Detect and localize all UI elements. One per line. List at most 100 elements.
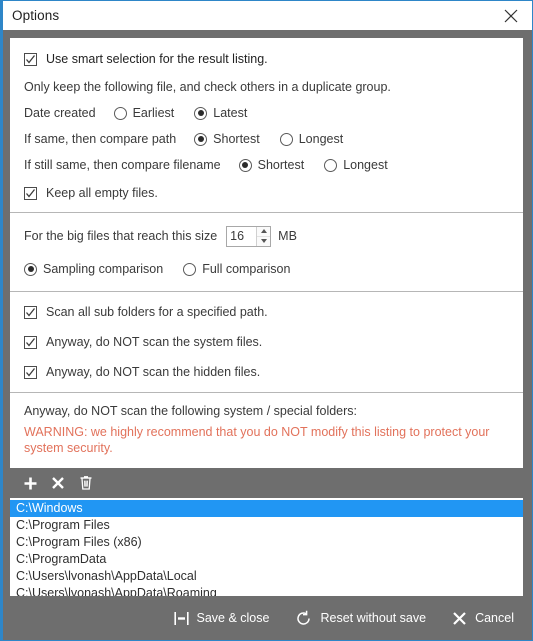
remove-icon xyxy=(52,477,64,489)
check-icon xyxy=(26,54,36,64)
compare-filename-label: If still same, then compare filename xyxy=(24,158,221,172)
skip-system-files-checkbox[interactable] xyxy=(24,335,37,349)
compare-path-label: If same, then compare path xyxy=(24,132,177,146)
excluded-list-toolbar xyxy=(10,468,523,498)
skip-system-files-label: Anyway, do NOT scan the system files. xyxy=(46,335,263,349)
radio-full-comparison[interactable] xyxy=(183,262,197,276)
save-icon xyxy=(173,611,189,625)
stepper-down-button[interactable] xyxy=(257,237,270,246)
add-path-button[interactable] xyxy=(20,472,40,494)
smart-selection-description-row: Only keep the following file, and check … xyxy=(10,74,523,100)
radio-path-shortest-label[interactable]: Shortest xyxy=(213,132,260,146)
radio-sampling-comparison[interactable] xyxy=(24,262,37,276)
list-item[interactable]: C:\Users\lvonash\AppData\Local xyxy=(10,568,523,585)
close-window-button[interactable] xyxy=(490,1,532,30)
chevron-up-icon xyxy=(260,229,267,233)
scan-subfolders-row[interactable]: Scan all sub folders for a specified pat… xyxy=(10,292,523,327)
keep-empty-files-row[interactable]: Keep all empty files. xyxy=(10,178,523,212)
options-body: Use smart selection for the result listi… xyxy=(3,30,532,596)
scan-subfolders-label: Scan all sub folders for a specified pat… xyxy=(46,305,268,319)
smart-selection-label: Use smart selection for the result listi… xyxy=(46,52,268,66)
dialog-footer: Save & close Reset without save Cancel xyxy=(3,596,532,640)
reset-label: Reset without save xyxy=(320,611,427,625)
keep-empty-files-checkbox[interactable] xyxy=(24,186,37,200)
window-title: Options xyxy=(12,8,60,23)
save-and-close-button[interactable]: Save & close xyxy=(173,611,270,626)
radio-path-longest-label[interactable]: Longest xyxy=(299,132,343,146)
radio-earliest[interactable] xyxy=(113,106,127,120)
trash-icon xyxy=(80,476,92,490)
section-big-files: For the big files that reach this size M… xyxy=(10,212,523,291)
list-item[interactable]: C:\Users\lvonash\AppData\Roaming xyxy=(10,585,523,596)
section-smart-selection: Use smart selection for the result listi… xyxy=(10,38,523,212)
options-window: Options Use smart selection for the resu… xyxy=(0,0,533,641)
list-item[interactable]: C:\Program Files (x86) xyxy=(10,534,523,551)
radio-filename-shortest[interactable] xyxy=(238,158,252,172)
excluded-folders-note: Anyway, do NOT scan the following system… xyxy=(24,404,358,418)
list-item[interactable]: C:\ProgramData xyxy=(10,551,523,568)
stepper-up-button[interactable] xyxy=(257,227,271,237)
excluded-folders-warning: WARNING: we highly recommend that you do… xyxy=(24,425,490,455)
settings-panel: Use smart selection for the result listi… xyxy=(10,38,523,468)
comparison-mode-row: Sampling comparison Full comparison xyxy=(10,253,523,291)
date-created-label: Date created xyxy=(24,106,96,120)
list-item[interactable]: C:\Program Files xyxy=(10,517,523,534)
compare-path-option-longest[interactable]: Longest xyxy=(279,132,363,146)
skip-hidden-files-label: Anyway, do NOT scan the hidden files. xyxy=(46,365,261,379)
compare-path-option-shortest[interactable]: Shortest xyxy=(194,132,280,146)
skip-hidden-files-checkbox[interactable] xyxy=(24,365,37,379)
check-icon xyxy=(26,337,36,347)
radio-path-longest[interactable] xyxy=(279,132,293,146)
radio-filename-shortest-label[interactable]: Shortest xyxy=(258,158,305,172)
radio-latest-label[interactable]: Latest xyxy=(213,106,247,120)
comparison-option-full[interactable]: Full comparison xyxy=(183,262,310,276)
radio-latest[interactable] xyxy=(194,106,208,120)
reset-button[interactable]: Reset without save xyxy=(295,610,426,627)
scan-subfolders-checkbox[interactable] xyxy=(24,305,37,319)
radio-filename-longest-label[interactable]: Longest xyxy=(343,158,387,172)
compare-filename-option-longest[interactable]: Longest xyxy=(324,158,407,172)
section-excluded-folders-note: Anyway, do NOT scan the following system… xyxy=(10,392,523,468)
big-file-size-stepper[interactable] xyxy=(226,225,272,247)
date-created-option-latest[interactable]: Latest xyxy=(194,106,267,120)
date-created-row: Date created Earliest Latest xyxy=(10,100,523,126)
smart-selection-checkbox[interactable] xyxy=(24,52,37,66)
cancel-button[interactable]: Cancel xyxy=(452,611,514,626)
big-file-size-unit: MB xyxy=(278,229,297,243)
remove-path-button[interactable] xyxy=(48,472,68,494)
title-bar: Options xyxy=(3,0,532,30)
stepper-buttons[interactable] xyxy=(256,226,271,246)
radio-filename-longest[interactable] xyxy=(324,158,338,172)
excluded-paths-list[interactable]: C:\Windows C:\Program Files C:\Program F… xyxy=(10,498,523,596)
radio-path-shortest[interactable] xyxy=(194,132,208,146)
radio-earliest-label[interactable]: Earliest xyxy=(133,106,175,120)
big-file-size-input[interactable] xyxy=(227,226,257,246)
skip-hidden-files-row[interactable]: Anyway, do NOT scan the hidden files. xyxy=(10,357,523,392)
radio-full-comparison-label[interactable]: Full comparison xyxy=(202,262,290,276)
comparison-option-sampling[interactable]: Sampling comparison xyxy=(24,262,183,276)
date-created-option-earliest[interactable]: Earliest xyxy=(113,106,195,120)
check-icon xyxy=(26,307,36,317)
radio-sampling-comparison-label[interactable]: Sampling comparison xyxy=(43,262,163,276)
close-icon xyxy=(504,9,518,22)
compare-filename-row: If still same, then compare filename Sho… xyxy=(10,152,523,178)
cancel-label: Cancel xyxy=(475,611,514,625)
smart-selection-description: Only keep the following file, and check … xyxy=(24,80,391,94)
save-and-close-label: Save & close xyxy=(196,611,270,625)
keep-empty-files-label: Keep all empty files. xyxy=(46,186,158,200)
compare-filename-option-shortest[interactable]: Shortest xyxy=(238,158,325,172)
cancel-icon xyxy=(453,611,466,625)
big-file-size-row: For the big files that reach this size M… xyxy=(10,213,523,253)
section-scan-options: Scan all sub folders for a specified pat… xyxy=(10,291,523,392)
chevron-down-icon xyxy=(260,239,267,243)
check-icon xyxy=(26,188,36,198)
skip-system-files-row[interactable]: Anyway, do NOT scan the system files. xyxy=(10,327,523,357)
clear-all-paths-button[interactable] xyxy=(76,472,96,494)
add-icon xyxy=(24,477,36,489)
compare-path-row: If same, then compare path Shortest Long… xyxy=(10,126,523,152)
smart-selection-checkbox-row[interactable]: Use smart selection for the result listi… xyxy=(10,38,523,74)
reset-icon xyxy=(297,610,311,625)
check-icon xyxy=(26,367,36,377)
big-file-size-label: For the big files that reach this size xyxy=(24,229,218,243)
list-item[interactable]: C:\Windows xyxy=(10,500,523,517)
